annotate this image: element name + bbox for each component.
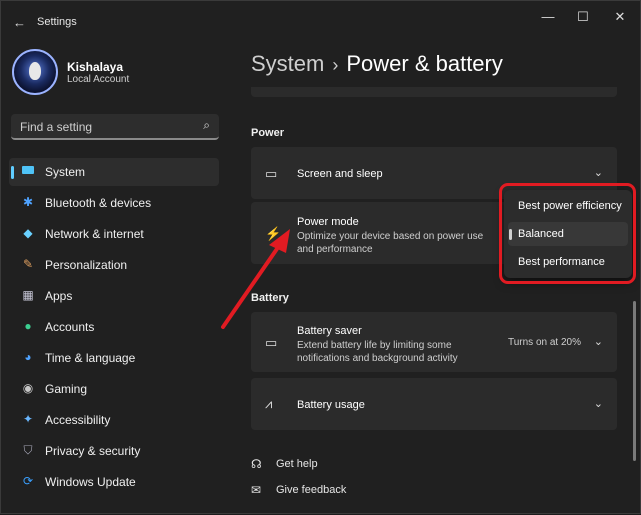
settings-window: ← Settings — ☐ ✕ Kishalaya Local Account… [0,0,641,514]
annotation-arrow [221,229,290,329]
